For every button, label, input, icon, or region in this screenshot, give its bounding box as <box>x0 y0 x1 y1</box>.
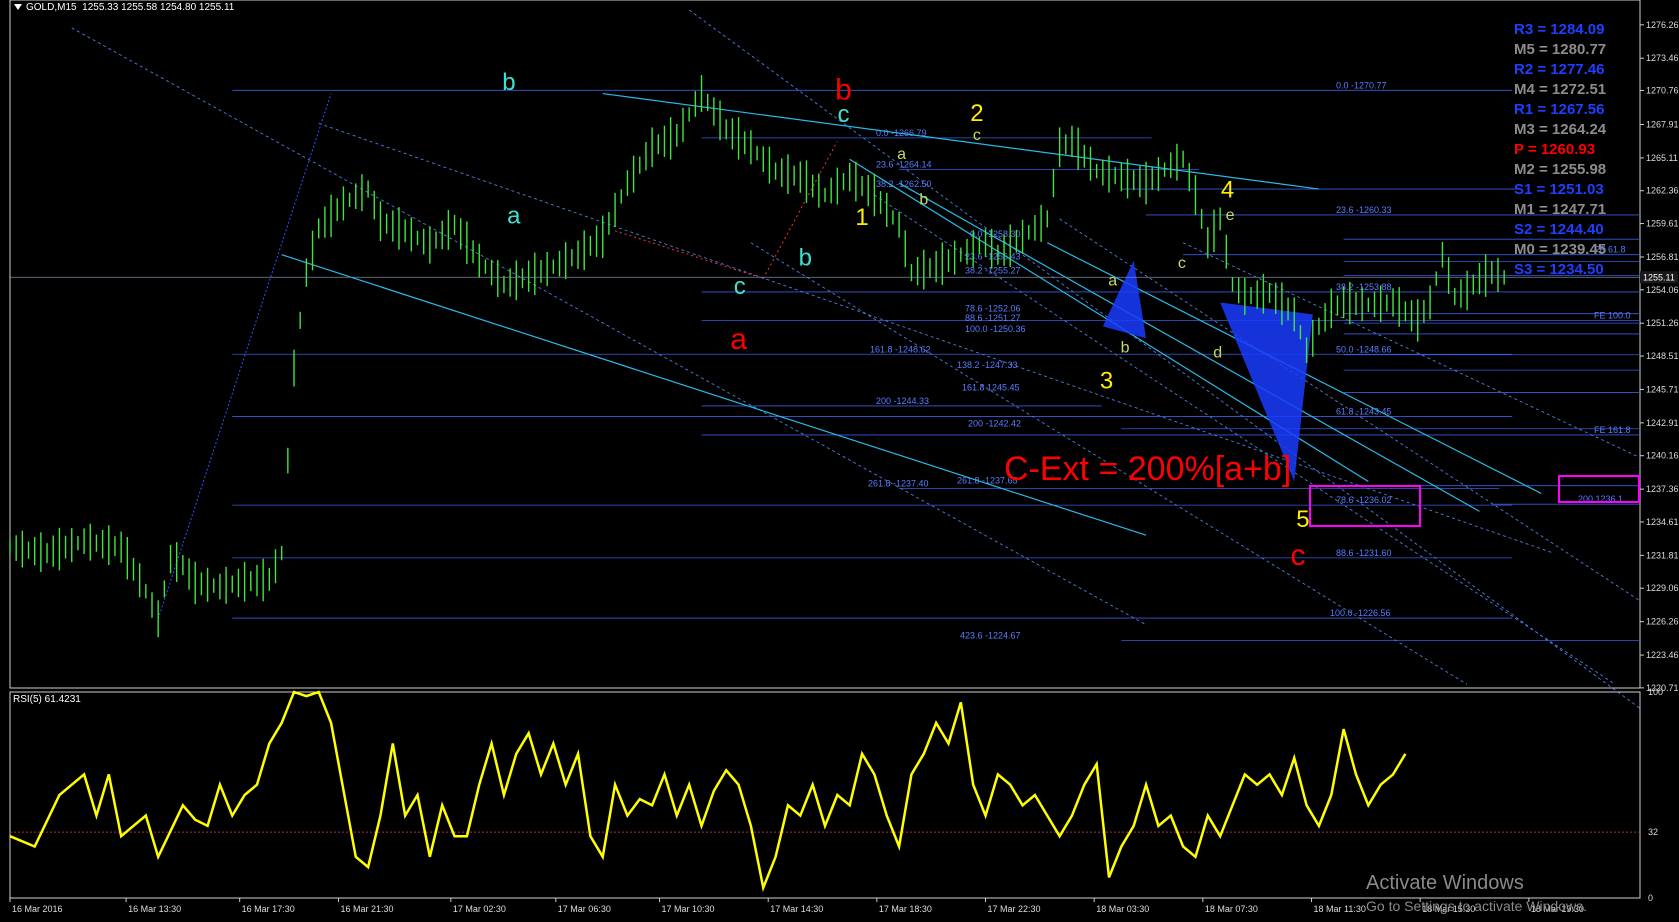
fib-level-label: 23.6 -1260.33 <box>1336 205 1392 215</box>
time-axis-label: 16 Mar 13:30 <box>128 904 181 914</box>
price-axis-label: 1234.61 <box>1646 517 1679 527</box>
wave-label: b <box>799 244 812 271</box>
wave-label: c <box>734 273 746 300</box>
price-axis-label: 1262.36 <box>1646 186 1679 196</box>
fib-level-label: 88.6 -1251.27 <box>965 313 1021 323</box>
fib-level-label: 200 -1244.33 <box>876 396 929 406</box>
wave-label: e <box>1226 207 1235 224</box>
ohlc-readout: 1255.33 1255.58 1254.80 1255.11 <box>82 2 235 13</box>
price-axis-label: 1276.26 <box>1646 20 1679 30</box>
price-axis-label: 1226.26 <box>1646 617 1679 627</box>
pivot-level: M0 = 1239.45 <box>1514 241 1607 258</box>
wave-label: 1 <box>855 204 868 231</box>
wave-label: c <box>973 127 981 144</box>
wave-label: b <box>919 192 928 209</box>
fib-level-label: FE 100.0 <box>1594 310 1631 320</box>
time-axis-label: 17 Mar 18:30 <box>879 904 932 914</box>
watermark-title: Activate Windows <box>1366 872 1524 894</box>
fib-level-label: 50.0 -1248.66 <box>1336 344 1392 354</box>
wave-label: b <box>1121 340 1130 357</box>
wave-label: 3 <box>1100 367 1113 394</box>
time-axis-label: 17 Mar 22:30 <box>988 904 1041 914</box>
wave-label: 5 <box>1296 506 1309 533</box>
fib-level-label: 100.0 -1250.36 <box>965 324 1026 334</box>
pivot-level: R1 = 1267.56 <box>1514 101 1605 118</box>
price-axis-label: 1256.81 <box>1646 252 1679 262</box>
pivot-level: R3 = 1284.09 <box>1514 21 1605 38</box>
fib-level-label: 138.2 -1247.33 <box>957 360 1018 370</box>
time-axis-label: 18 Mar 03:30 <box>1096 904 1149 914</box>
time-axis-label: 16 Mar 21:30 <box>340 904 393 914</box>
pivot-levels-panel: R3 = 1284.09 M5 = 1280.77 R2 = 1277.46 M4 =… <box>1514 20 1614 280</box>
wave-label: 2 <box>970 100 983 127</box>
current-price-label: 1255.11 <box>1643 272 1675 282</box>
price-chart[interactable]: 1276.26 1273.46 1270.76 1267.91 1265.11 1262.… <box>0 0 1679 922</box>
wave-label: 4 <box>1221 176 1234 203</box>
rsi-axis-label: 32 <box>1648 827 1658 837</box>
price-axis-label: 1231.81 <box>1646 550 1679 560</box>
price-axis-label: 1242.91 <box>1646 418 1679 428</box>
time-axis-label: 18 Mar 07:30 <box>1205 904 1258 914</box>
price-axis-label: 1245.71 <box>1646 384 1679 394</box>
wave-label: c <box>1290 539 1305 572</box>
wave-label: a <box>730 323 747 356</box>
activation-watermark: Activate Windows Go to Settings to activ… <box>1366 872 1587 914</box>
rsi-label: RSI(5) 61.4231 <box>13 694 81 705</box>
rsi-axis-label: 100 <box>1648 687 1663 697</box>
pivot-level: M3 = 1264.24 <box>1514 121 1607 138</box>
fib-level-label: 200 -1242.42 <box>968 419 1021 429</box>
fib-level-label: 61.8 -1243.45 <box>1336 406 1392 416</box>
fib-level-label: 261.8 -1237.40 <box>868 479 929 489</box>
pivot-level: M5 = 1280.77 <box>1514 41 1607 58</box>
wave-label: b <box>502 69 515 96</box>
wave-label: c <box>1178 255 1186 272</box>
symbol-label: GOLD,M15 <box>26 2 77 13</box>
pivot-level: S3 = 1234.50 <box>1514 261 1604 278</box>
pivot-level: M4 = 1272.51 <box>1514 81 1607 98</box>
chart-header: GOLD,M15 1255.33 1255.58 1254.80 1255.11 <box>14 2 234 13</box>
wave-label: b <box>835 74 852 107</box>
c-ext-annotation: C-Ext = 200%[a+b] <box>1004 450 1291 488</box>
fib-level-label: 423.6 -1224.67 <box>960 631 1021 641</box>
time-axis-label: 17 Mar 06:30 <box>558 904 611 914</box>
fib-level-label: 0.0 -1270.77 <box>1336 80 1387 90</box>
time-axis-label: 17 Mar 10:30 <box>662 904 715 914</box>
time-axis-label: 17 Mar 02:30 <box>453 904 506 914</box>
price-axis-label: 1273.46 <box>1646 53 1679 63</box>
fib-level-label: 78.6 -1236.02 <box>1336 495 1392 505</box>
fib-level-label: 88.6 -1231.60 <box>1336 548 1392 558</box>
watermark-subtitle: Go to Settings to activate Windows. <box>1366 898 1587 914</box>
fib-level-label: 161.8 -1248.62 <box>870 345 931 355</box>
rsi-axis-label: 0 <box>1648 893 1653 903</box>
price-axis-label: 1259.61 <box>1646 219 1679 229</box>
price-axis-label: 1265.11 <box>1646 153 1678 163</box>
pivot-level: S2 = 1244.40 <box>1514 221 1604 238</box>
price-axis-label: 1251.26 <box>1646 318 1679 328</box>
time-axis-label: 18 Mar 11:30 <box>1314 904 1366 914</box>
pivot-level: M2 = 1255.98 <box>1514 161 1607 178</box>
price-axis-label: 1254.06 <box>1646 285 1679 295</box>
price-axis-label: 1270.76 <box>1646 85 1679 95</box>
dropdown-arrow-icon[interactable] <box>14 4 22 10</box>
time-axis-label: 17 Mar 14:30 <box>770 904 823 914</box>
pivot-level: M1 = 1247.71 <box>1514 201 1607 218</box>
time-axis-label: 16 Mar 2016 <box>12 904 63 914</box>
time-axis-label: 16 Mar 17:30 <box>242 904 295 914</box>
price-axis-label: 1267.91 <box>1646 119 1679 129</box>
fib-level-label: FE 161.8 <box>1594 425 1631 435</box>
wave-label: a <box>897 146 906 163</box>
pivot-level: S1 = 1251.03 <box>1514 181 1604 198</box>
price-axis-label: 1237.36 <box>1646 484 1679 494</box>
wave-label: a <box>1108 273 1117 290</box>
price-axis-label: 1240.16 <box>1646 451 1679 461</box>
price-axis-label: 1223.46 <box>1646 650 1679 660</box>
price-axis-label: 1229.06 <box>1646 583 1679 593</box>
price-axis-label: 1248.51 <box>1646 351 1679 361</box>
pivot-level: P = 1260.93 <box>1514 141 1596 158</box>
wave-label: d <box>1213 344 1222 361</box>
pivot-level: R2 = 1277.46 <box>1514 61 1605 78</box>
fib-level-label: 100.0 -1226.56 <box>1330 608 1391 618</box>
wave-label: a <box>507 203 521 230</box>
